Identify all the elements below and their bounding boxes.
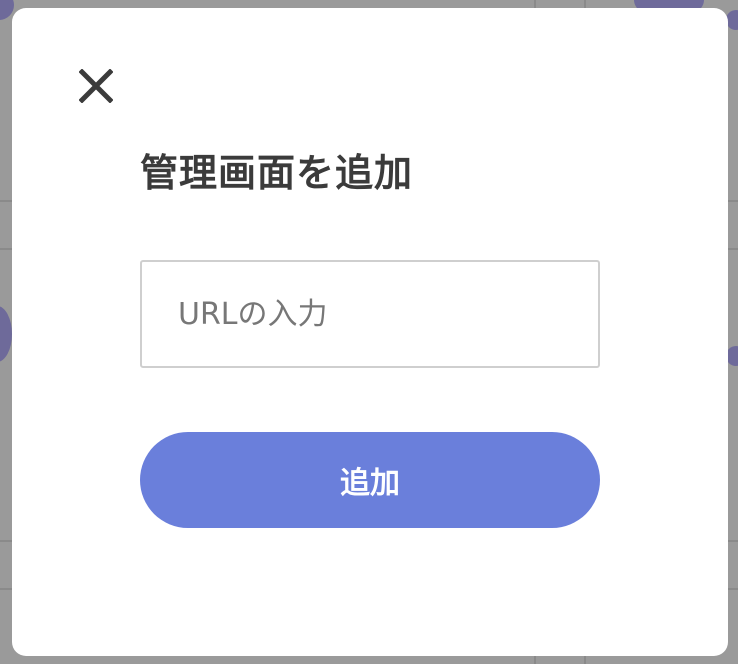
url-input[interactable] bbox=[140, 260, 600, 368]
close-icon bbox=[79, 69, 113, 103]
add-admin-dialog: 管理画面を追加 追加 bbox=[12, 8, 728, 656]
add-button[interactable]: 追加 bbox=[140, 432, 600, 528]
close-button[interactable] bbox=[76, 66, 116, 106]
background-avatar bbox=[0, 306, 12, 362]
dialog-title: 管理画面を追加 bbox=[140, 151, 414, 195]
